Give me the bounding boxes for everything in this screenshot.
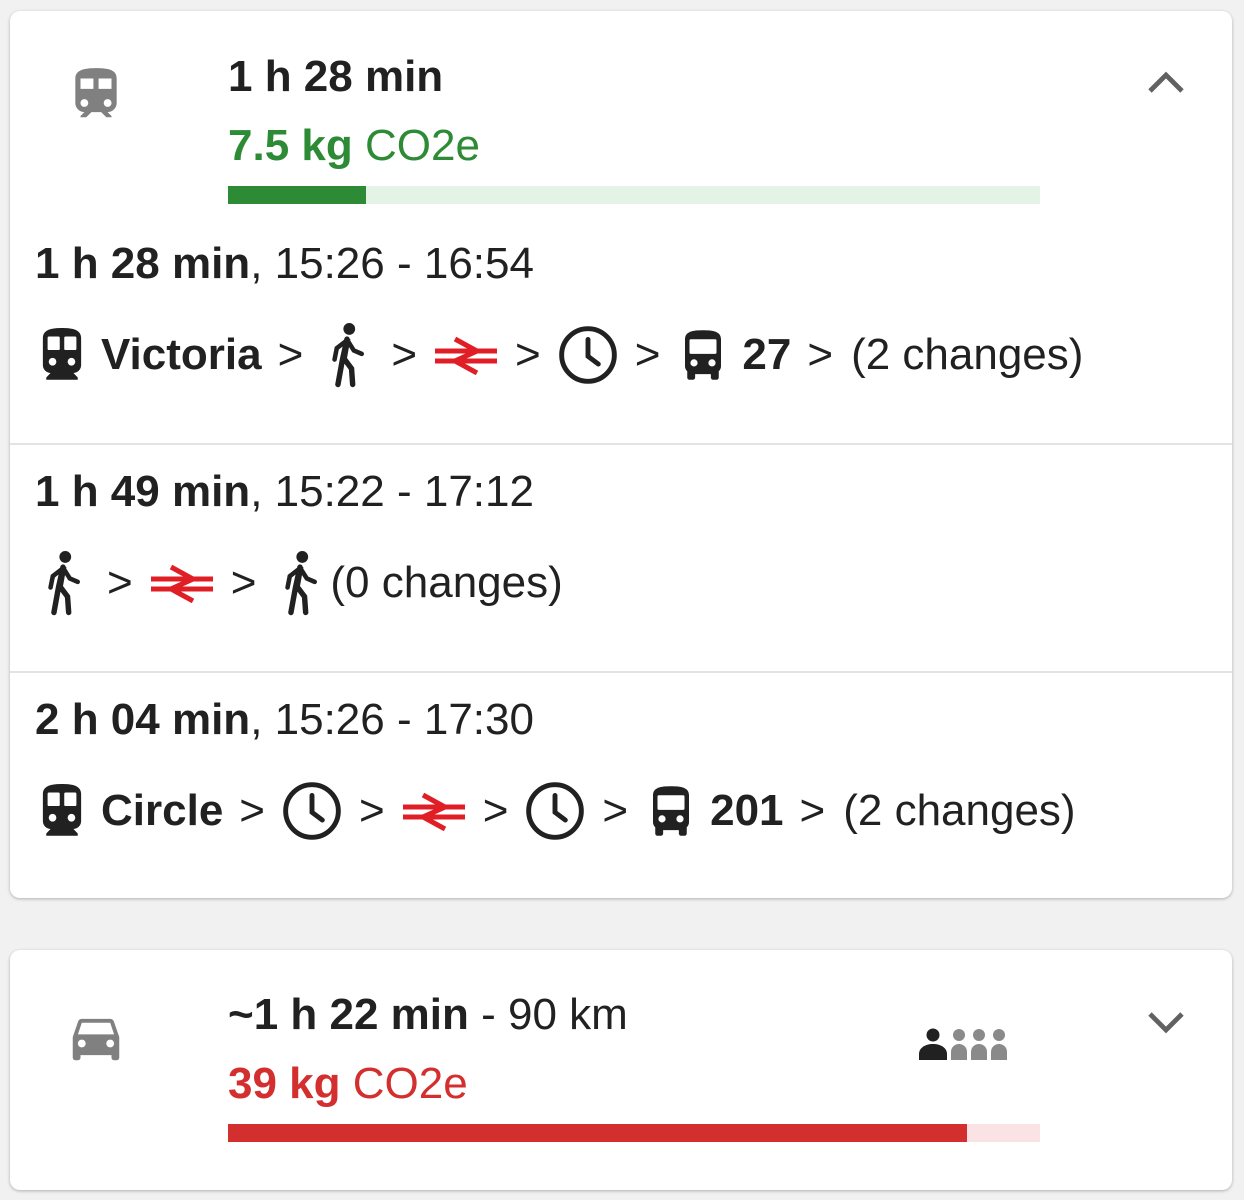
leg-separator: > — [807, 330, 834, 379]
car-duration: ~1 h 22 min — [228, 990, 469, 1039]
route-legs: Victoria > > > >27 > (2 changes) — [35, 320, 1083, 390]
route-duration: 1 h 49 min — [35, 467, 251, 516]
route-legs: >>>(0 changes) — [35, 548, 563, 618]
route-changes: (2 changes) — [843, 786, 1076, 835]
leg-line-label: Circle — [101, 786, 224, 835]
bus-icon — [676, 325, 730, 385]
car-emission: 39 kg CO2e — [228, 1059, 468, 1109]
national-rail-icon — [401, 791, 467, 831]
route-option[interactable]: 1 h 28 min, 15:26 - 16:54 Victoria > > > >27 >… — [10, 217, 1232, 445]
leg-separator: > — [602, 786, 629, 835]
car-emission-bar — [228, 1124, 1040, 1142]
route-legs: Circle > > > >201 > (2 changes) — [35, 776, 1076, 846]
chevron-down-icon[interactable] — [1142, 1002, 1190, 1042]
car-duration-distance: ~1 h 22 min - 90 km — [228, 990, 628, 1040]
route-time: 2 h 04 min, 15:26 - 17:30 — [35, 695, 534, 745]
route-times: , 15:26 - 17:30 — [250, 695, 534, 744]
leg-separator: > — [634, 330, 661, 379]
car-emission-unit: CO2e — [352, 1059, 468, 1108]
route-time: 1 h 28 min, 15:26 - 16:54 — [35, 239, 534, 289]
car-distance: - 90 km — [468, 990, 628, 1039]
leg-separator: > — [239, 786, 265, 835]
subway-icon — [35, 325, 89, 385]
clock-icon — [557, 324, 619, 386]
leg-separator: > — [277, 330, 304, 379]
walk-icon — [272, 549, 328, 617]
walk-icon — [319, 321, 375, 389]
transit-emission: 7.5 kg CO2e — [228, 121, 480, 171]
transit-emission-unit: CO2e — [364, 121, 480, 170]
national-rail-icon — [149, 563, 215, 603]
route-changes: (2 changes) — [851, 330, 1084, 379]
route-changes: (0 changes) — [330, 558, 563, 607]
walk-icon — [35, 549, 91, 617]
transit-emission-bar — [228, 186, 1040, 204]
passengers-icon[interactable] — [915, 1026, 1019, 1066]
leg-separator: > — [391, 330, 418, 379]
leg-line-label: 27 — [742, 330, 792, 379]
route-times: , 15:22 - 17:12 — [250, 467, 534, 516]
passenger-1-icon — [919, 1028, 947, 1060]
route-option[interactable]: 1 h 49 min, 15:22 - 17:12>>>(0 changes) — [10, 445, 1232, 673]
leg-separator: > — [359, 786, 385, 835]
transit-summary[interactable]: 1 h 28 min 7.5 kg CO2e — [10, 11, 1232, 226]
passenger-3-icon — [971, 1029, 987, 1060]
clock-icon — [524, 780, 586, 842]
route-option[interactable]: 2 h 04 min, 15:26 - 17:30 Circle > > > >201 > (… — [10, 673, 1232, 898]
passenger-2-icon — [951, 1029, 967, 1060]
car-icon — [72, 1018, 120, 1061]
leg-separator: > — [107, 558, 133, 607]
leg-separator: > — [515, 330, 541, 379]
leg-line-label: Victoria — [101, 330, 262, 379]
transit-emission-bar-fill — [228, 186, 367, 204]
car-emission-bar-fill — [228, 1124, 967, 1142]
route-times: , 15:26 - 16:54 — [250, 239, 534, 288]
route-duration: 1 h 28 min — [35, 239, 251, 288]
train-icon — [75, 68, 117, 118]
route-duration: 2 h 04 min — [35, 695, 251, 744]
subway-icon — [35, 781, 89, 841]
chevron-up-icon[interactable] — [1142, 63, 1190, 103]
car-emission-value: 39 kg — [228, 1059, 341, 1108]
clock-icon — [281, 780, 343, 842]
leg-separator: > — [482, 786, 509, 835]
transit-emission-value: 7.5 kg — [228, 121, 353, 170]
route-time: 1 h 49 min, 15:22 - 17:12 — [35, 467, 534, 517]
leg-separator: > — [799, 786, 826, 835]
national-rail-icon — [433, 335, 499, 375]
transit-duration: 1 h 28 min — [228, 52, 444, 101]
bus-icon — [644, 781, 698, 841]
passenger-4-icon — [991, 1029, 1007, 1060]
leg-line-label: 201 — [710, 786, 784, 835]
car-option-card[interactable]: ~1 h 22 min - 90 km 39 kg CO2e — [10, 950, 1232, 1190]
leg-separator: > — [230, 558, 257, 607]
transit-option-card: 1 h 28 min 7.5 kg CO2e 1 h 28 min, 15:26… — [10, 11, 1232, 898]
